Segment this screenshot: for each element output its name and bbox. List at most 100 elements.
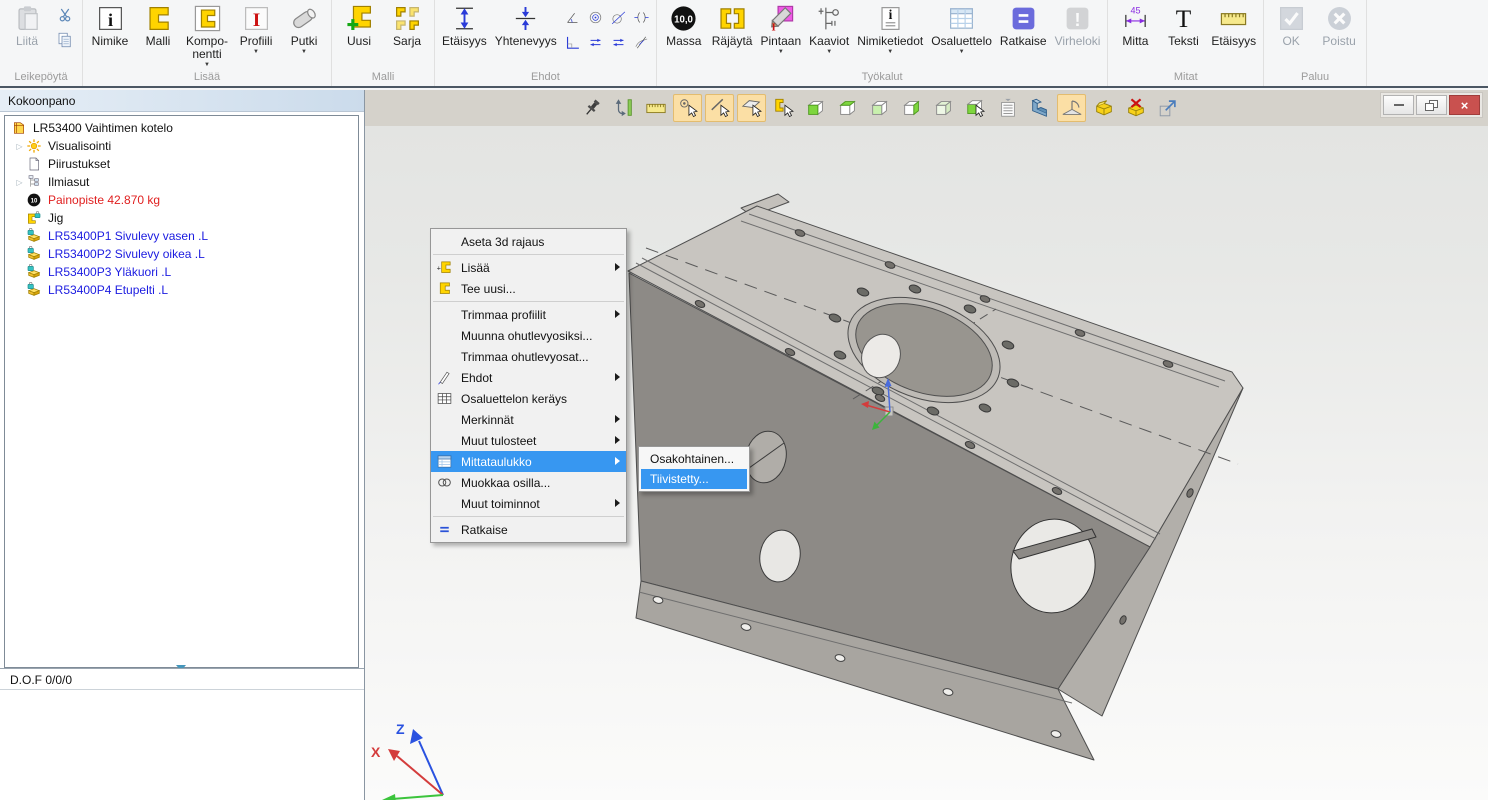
menu-item-muut-toiminnot[interactable]: Muut toiminnot (431, 493, 626, 514)
symmetry-icon[interactable] (630, 5, 653, 30)
cross-out-icon[interactable] (630, 30, 653, 55)
ribbon-button-et-isyys[interactable]: Etäisyys (1207, 0, 1260, 48)
ribbon-button-yhtenevyys[interactable]: Yhtenevyys (491, 0, 561, 48)
ribbon-button-kaaviot[interactable]: Kaaviot▼ (805, 0, 853, 55)
menu-item-ratkaise[interactable]: Ratkaise (431, 519, 626, 540)
menu-item-merkinn-t[interactable]: Merkinnät (431, 409, 626, 430)
ribbon-button-uusi[interactable]: Uusi (335, 0, 383, 48)
component-bin-icon[interactable] (1089, 94, 1118, 122)
tree-item-painopiste-42-870-kg[interactable]: 10Painopiste 42.870 kg (5, 191, 358, 209)
view-isometric-icon[interactable] (929, 94, 958, 122)
ribbon-button-profiili[interactable]: IProfiili▼ (232, 0, 280, 55)
sheet-bend-tool-icon[interactable] (1057, 94, 1086, 122)
r-j-yt-icon (718, 3, 747, 34)
select-point-icon[interactable] (673, 94, 702, 122)
ribbon-button-r-j-yt[interactable]: Räjäytä (708, 0, 757, 48)
dropdown-arrow-icon[interactable]: ▼ (253, 49, 259, 55)
menu-item-trimmaa-ohutlevyosat[interactable]: Trimmaa ohutlevyosat... (431, 346, 626, 367)
dropdown-arrow-icon[interactable]: ▼ (204, 62, 210, 68)
ribbon-button-malli[interactable]: Malli (134, 0, 182, 48)
parallel-icon[interactable] (584, 30, 607, 55)
dropdown-arrow-icon[interactable]: ▼ (959, 49, 965, 55)
dropdown-arrow-icon[interactable]: ▼ (887, 49, 893, 55)
ribbon-button-kompo-nentti[interactable]: Kompo- nentti▼ (182, 0, 232, 68)
tree-item-lr53400p2-sivulevy-oikea-l[interactable]: LR53400P2 Sivulevy oikea .L (5, 245, 358, 263)
expand-arrow-icon[interactable]: ▷ (13, 178, 26, 187)
menu-item-ehdot[interactable]: Ehdot (431, 367, 626, 388)
submenu-arrow-icon (615, 436, 620, 444)
copy-icon[interactable] (56, 31, 74, 49)
select-component-icon[interactable] (769, 94, 798, 122)
menu-item-trimmaa-profiilit[interactable]: Trimmaa profiilit (431, 304, 626, 325)
select-face-icon[interactable] (737, 94, 766, 122)
tree-item-lr53400p4-etupelti-l[interactable]: LR53400P4 Etupelti .L (5, 281, 358, 299)
dropdown-arrow-icon[interactable]: ▼ (826, 49, 832, 55)
tree-item-lr53400p3-yl-kuori-l[interactable]: LR53400P3 Yläkuori .L (5, 263, 358, 281)
ribbon-button-ok[interactable]: OK (1267, 0, 1315, 48)
ribbon-group-label: Leikepöytä (3, 70, 79, 86)
scissors-icon[interactable] (56, 6, 74, 24)
ribbon-button-putki[interactable]: Putki▼ (280, 0, 328, 55)
component-bin-delete-icon[interactable] (1121, 94, 1150, 122)
ribbon-button-pintaan[interactable]: IPintaan▼ (756, 0, 805, 55)
select-edge-icon[interactable] (705, 94, 734, 122)
menu-item-aseta-3d-rajaus[interactable]: Aseta 3d rajaus (431, 231, 626, 252)
perpendicular-icon[interactable] (561, 30, 584, 55)
submenu-item-tiivistetty[interactable]: Tiivistetty... (641, 469, 747, 489)
ribbon-button-label: Teksti (1168, 35, 1199, 48)
pin-icon[interactable] (577, 94, 606, 122)
view-top-icon[interactable] (833, 94, 862, 122)
menu-item-muut-tulosteet[interactable]: Muut tulosteet (431, 430, 626, 451)
menu-item-muokkaa-osilla[interactable]: Muokkaa osilla... (431, 472, 626, 493)
tree-item-lr53400p1-sivulevy-vasen-l[interactable]: LR53400P1 Sivulevy vasen .L (5, 227, 358, 245)
orbit-measure-icon[interactable] (609, 94, 638, 122)
menu-item-tee-uusi[interactable]: Tee uusi... (431, 278, 626, 299)
minimize-button[interactable] (1383, 95, 1414, 115)
hierarchy-icon (26, 174, 43, 190)
tree-item-ilmiasut[interactable]: ▷Ilmiasut (5, 173, 358, 191)
restore-button[interactable] (1416, 95, 1447, 115)
close-button[interactable]: × (1449, 95, 1480, 115)
ribbon-button-virheloki[interactable]: !Virheloki (1051, 0, 1105, 48)
constraint-icon-grid (561, 5, 653, 55)
profile-tool-icon[interactable] (1025, 94, 1054, 122)
menu-item-muunna-ohutlevyosiksi[interactable]: Muunna ohutlevyosiksi... (431, 325, 626, 346)
measure-ruler-icon[interactable] (641, 94, 670, 122)
ribbon-button-teksti[interactable]: TTeksti (1159, 0, 1207, 48)
ribbon-button-nimiketiedot[interactable]: iNimiketiedot▼ (853, 0, 927, 55)
tree-item-lr53400-vaihtimen-kotelo[interactable]: LR53400 Vaihtimen kotelo (5, 119, 358, 137)
ribbon-button-poistu[interactable]: Poistu (1315, 0, 1363, 48)
view-front-icon[interactable] (801, 94, 830, 122)
menu-item-osaluettelon-ker-ys[interactable]: Osaluettelon keräys (431, 388, 626, 409)
ribbon-button-ratkaise[interactable]: Ratkaise (996, 0, 1051, 48)
ribbon-button-osaluettelo[interactable]: Osaluettelo▼ (927, 0, 996, 55)
part-lock-icon (26, 282, 43, 298)
tree-item-visualisointi[interactable]: ▷Visualisointi (5, 137, 358, 155)
view-left-icon[interactable] (865, 94, 894, 122)
menu-item-mittataulukko[interactable]: Mittataulukko (431, 451, 626, 472)
view-pick-face-icon[interactable] (961, 94, 990, 122)
detach-window-icon[interactable] (1153, 94, 1182, 122)
tree-item-piirustukset[interactable]: Piirustukset (5, 155, 358, 173)
concentric-icon[interactable] (584, 5, 607, 30)
ribbon-button-mitta[interactable]: 45Mitta (1111, 0, 1159, 48)
dropdown-arrow-icon[interactable]: ▼ (301, 49, 307, 55)
tree-item-jig[interactable]: Jig (5, 209, 358, 227)
view-right-icon[interactable] (897, 94, 926, 122)
ribbon-button-massa[interactable]: 10,0Massa (660, 0, 708, 48)
angle-icon[interactable] (561, 5, 584, 30)
menu-item-lis[interactable]: +Lisää (431, 257, 626, 278)
ribbon-button-liit[interactable]: Liitä (3, 0, 51, 48)
ribbon-button-sarja[interactable]: Sarja (383, 0, 431, 48)
expand-arrow-icon[interactable]: ▷ (13, 142, 26, 151)
viewport-toolbar (365, 90, 1488, 126)
parallel2-icon[interactable] (607, 30, 630, 55)
submenu-item-osakohtainen[interactable]: Osakohtainen... (641, 449, 747, 469)
dropdown-arrow-icon[interactable]: ▼ (778, 49, 784, 55)
ribbon-group-leikep-yt: Liitä Leikepöytä (0, 0, 83, 86)
tangent-icon[interactable] (607, 5, 630, 30)
feature-list-icon[interactable] (993, 94, 1022, 122)
ribbon-button-et-isyys[interactable]: Etäisyys (438, 0, 491, 48)
ribbon-group-ty-kalut: 10,0MassaRäjäytäIPintaan▼Kaaviot▼iNimike… (657, 0, 1109, 86)
ribbon-button-nimike[interactable]: iNimike (86, 0, 134, 48)
